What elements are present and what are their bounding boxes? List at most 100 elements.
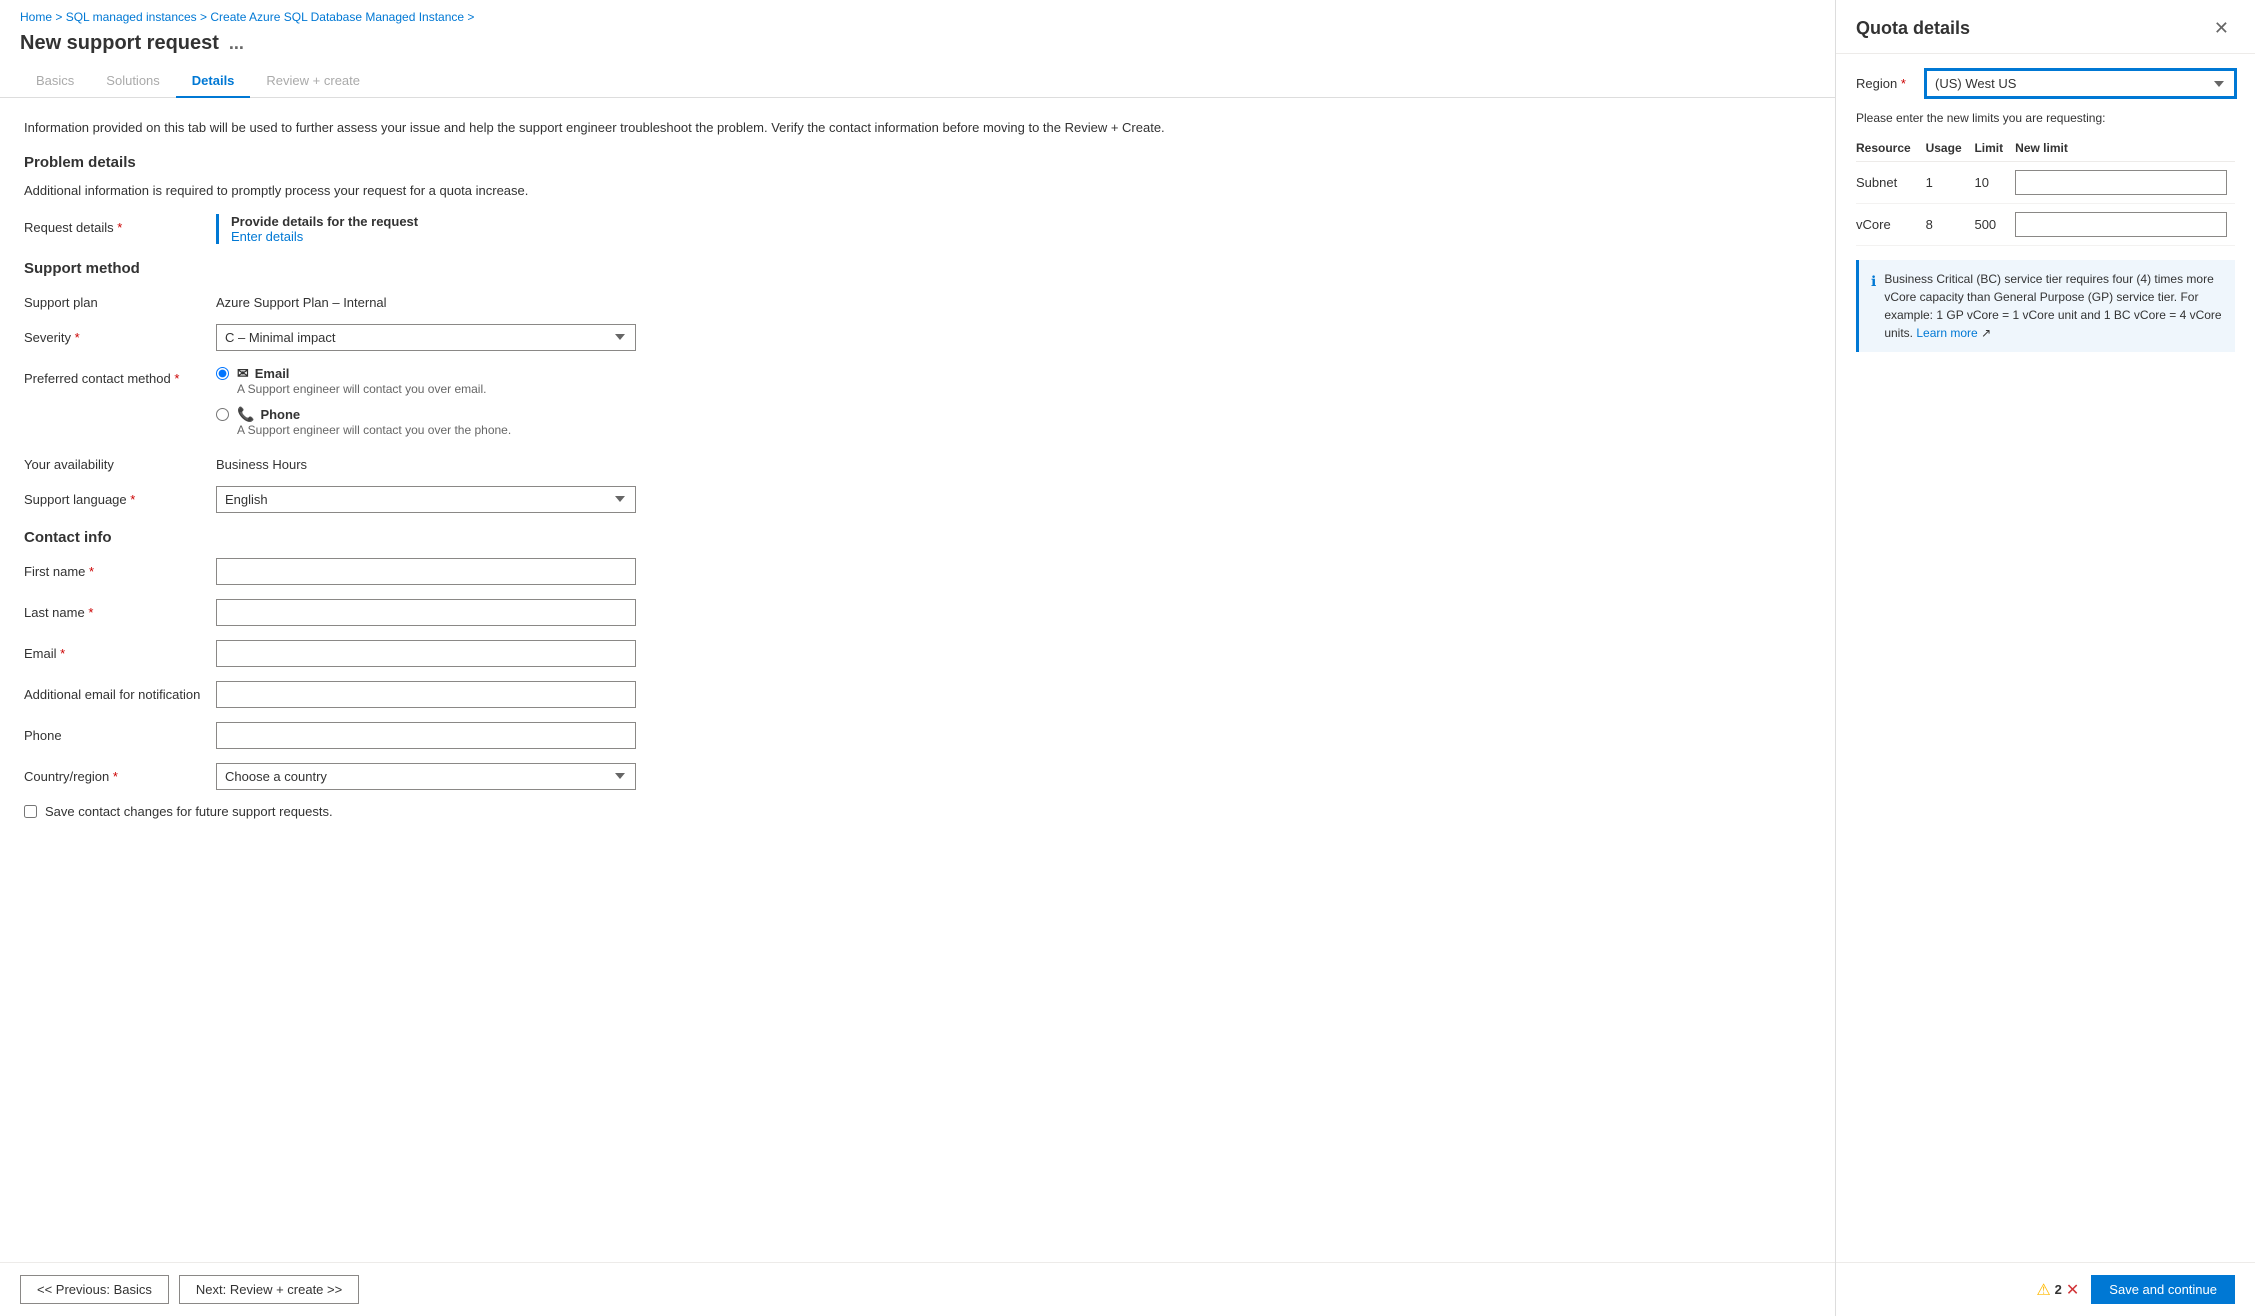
language-row: Support language * English French German <box>24 486 1811 513</box>
availability-row: Your availability Business Hours <box>24 451 1811 472</box>
phone-icon: 📞 <box>237 406 254 423</box>
first-name-label: First name * <box>24 558 204 579</box>
tab-solutions[interactable]: Solutions <box>90 65 175 98</box>
usage-cell: 1 <box>1926 162 1975 204</box>
support-plan-row: Support plan Azure Support Plan – Intern… <box>24 289 1811 310</box>
next-button[interactable]: Next: Review + create >> <box>179 1275 359 1304</box>
quota-hint: Please enter the new limits you are requ… <box>1856 111 2235 125</box>
save-checkbox-row: Save contact changes for future support … <box>24 804 1811 819</box>
info-text: Information provided on this tab will be… <box>24 118 1811 138</box>
breadcrumb-sql[interactable]: SQL managed instances <box>66 10 197 24</box>
phone-radio[interactable] <box>216 408 229 421</box>
warning-count: 2 <box>2055 1282 2062 1297</box>
country-select[interactable]: Choose a country United States United Ki… <box>216 763 636 790</box>
problem-details-title: Problem details <box>24 154 1811 171</box>
quota-footer: ⚠ 2 ✕ Save and continue <box>1836 1262 2255 1316</box>
breadcrumb-create[interactable]: Create Azure SQL Database Managed Instan… <box>210 10 464 24</box>
prev-button[interactable]: << Previous: Basics <box>20 1275 169 1304</box>
language-select[interactable]: English French German <box>216 486 636 513</box>
email-input[interactable] <box>216 640 636 667</box>
region-row: Region * (US) West US (US) East US <box>1856 70 2235 97</box>
email-description: A Support engineer will contact you over… <box>237 382 486 396</box>
request-details-row: Request details * Provide details for th… <box>24 214 1811 244</box>
breadcrumb-home[interactable]: Home <box>20 10 52 24</box>
tab-basics[interactable]: Basics <box>20 65 90 98</box>
new-limit-input-1[interactable] <box>2015 212 2227 237</box>
contact-method-label: Preferred contact method * <box>24 365 204 386</box>
quota-title: Quota details <box>1856 18 1970 39</box>
email-icon: ✉ <box>237 365 249 382</box>
footer-buttons: << Previous: Basics Next: Review + creat… <box>0 1262 1835 1316</box>
page-title-area: New support request ... <box>0 28 1835 65</box>
contact-info-title: Contact info <box>24 529 1811 546</box>
info-link-arrow: ↗ <box>1981 326 1991 340</box>
tab-review-create[interactable]: Review + create <box>250 65 376 98</box>
error-icon: ✕ <box>2066 1280 2079 1300</box>
contact-method-radio-group: ✉ Email A Support engineer will contact … <box>216 365 636 437</box>
severity-row: Severity * C – Minimal impact B – Modera… <box>24 324 1811 351</box>
usage-cell: 8 <box>1926 204 1975 246</box>
problem-description: Additional information is required to pr… <box>24 183 1811 198</box>
region-label: Region * <box>1856 76 1916 91</box>
quota-body: Region * (US) West US (US) East US Pleas… <box>1836 54 2255 1262</box>
severity-label: Severity * <box>24 324 204 345</box>
first-name-input[interactable] <box>216 558 636 585</box>
resource-cell: Subnet <box>1856 162 1926 204</box>
email-row: Email * <box>24 640 1811 667</box>
page-title: New support request <box>20 32 219 55</box>
warning-badge: ⚠ 2 ✕ <box>2036 1280 2079 1300</box>
support-method-title: Support method <box>24 260 1811 277</box>
phone-row: Phone <box>24 722 1811 749</box>
save-contact-label: Save contact changes for future support … <box>45 804 333 819</box>
contact-method-row: Preferred contact method * ✉ Email A Sup… <box>24 365 1811 437</box>
request-details-heading: Provide details for the request <box>231 214 636 229</box>
close-button[interactable]: ✕ <box>2208 16 2235 41</box>
info-box: ℹ Business Critical (BC) service tier re… <box>1856 260 2235 352</box>
table-row: Subnet 1 10 <box>1856 162 2235 204</box>
tab-details[interactable]: Details <box>176 65 251 98</box>
phone-option: 📞 Phone A Support engineer will contact … <box>216 406 636 437</box>
col-limit: Limit <box>1974 137 2015 162</box>
email-label: ✉ Email <box>237 365 486 382</box>
phone-description: A Support engineer will contact you over… <box>237 423 511 437</box>
phone-label: 📞 Phone <box>237 406 511 423</box>
limit-cell: 500 <box>1974 204 2015 246</box>
support-plan-value: Azure Support Plan – Internal <box>216 289 636 310</box>
quota-table: Resource Usage Limit New limit Subnet 1 … <box>1856 137 2235 246</box>
last-name-input[interactable] <box>216 599 636 626</box>
save-continue-button[interactable]: Save and continue <box>2091 1275 2235 1304</box>
limit-cell: 10 <box>1974 162 2015 204</box>
additional-email-input[interactable] <box>216 681 636 708</box>
email-radio[interactable] <box>216 367 229 380</box>
content-area: Information provided on this tab will be… <box>0 98 1835 1262</box>
breadcrumb: Home > SQL managed instances > Create Az… <box>0 0 1835 28</box>
request-details-label: Request details * <box>24 214 204 235</box>
table-row: vCore 8 500 <box>1856 204 2235 246</box>
new-limit-cell <box>2015 162 2235 204</box>
warning-icon: ⚠ <box>2036 1280 2050 1300</box>
region-select[interactable]: (US) West US (US) East US <box>1926 70 2235 97</box>
new-limit-input-0[interactable] <box>2015 170 2227 195</box>
learn-more-link[interactable]: Learn more <box>1916 326 1977 340</box>
more-options-button[interactable]: ... <box>229 33 244 54</box>
phone-input[interactable] <box>216 722 636 749</box>
availability-label: Your availability <box>24 451 204 472</box>
tab-bar: Basics Solutions Details Review + create <box>0 65 1835 98</box>
enter-details-link[interactable]: Enter details <box>231 229 303 244</box>
last-name-label: Last name * <box>24 599 204 620</box>
support-plan-label: Support plan <box>24 289 204 310</box>
new-limit-cell <box>2015 204 2235 246</box>
additional-email-row: Additional email for notification <box>24 681 1811 708</box>
email-option: ✉ Email A Support engineer will contact … <box>216 365 636 396</box>
quota-header: Quota details ✕ <box>1836 0 2255 54</box>
country-row: Country/region * Choose a country United… <box>24 763 1811 790</box>
save-contact-checkbox[interactable] <box>24 805 37 818</box>
resource-cell: vCore <box>1856 204 1926 246</box>
phone-label-contact: Phone <box>24 722 204 743</box>
col-usage: Usage <box>1926 137 1975 162</box>
first-name-row: First name * <box>24 558 1811 585</box>
col-new-limit: New limit <box>2015 137 2235 162</box>
country-label: Country/region * <box>24 763 204 784</box>
severity-select[interactable]: C – Minimal impact B – Moderate impact A… <box>216 324 636 351</box>
email-label-contact: Email * <box>24 640 204 661</box>
